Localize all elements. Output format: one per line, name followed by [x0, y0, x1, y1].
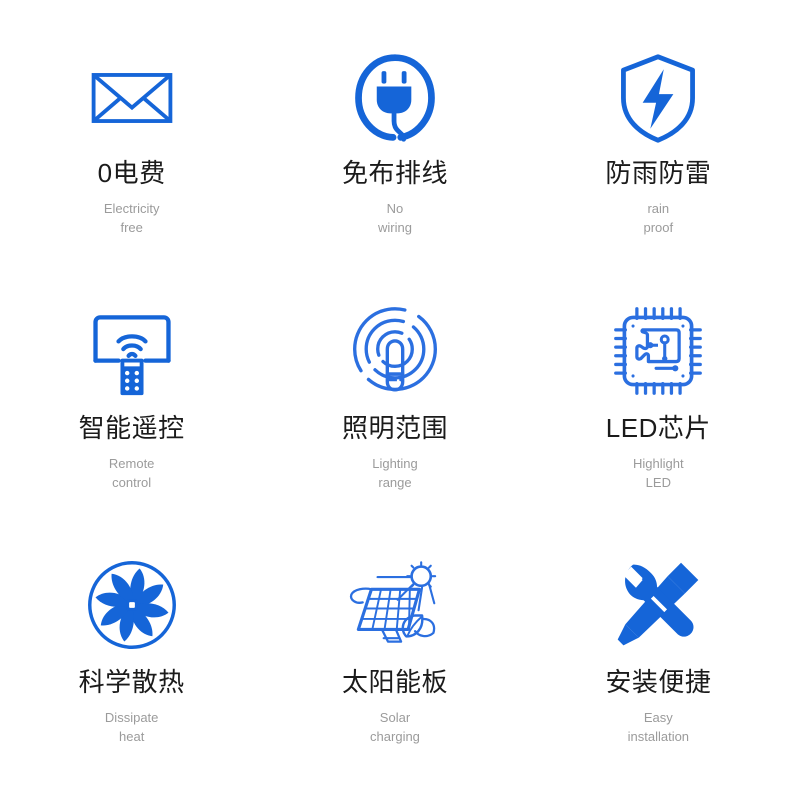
- power-plug-icon: [347, 50, 443, 146]
- feature-cell-easy-installation[interactable]: 安装便捷 Easy installation: [527, 533, 790, 786]
- feature-subtitle: Solar charging: [370, 708, 420, 746]
- feature-subtitle-line2: heat: [119, 728, 145, 744]
- feature-subtitle-line2: charging: [370, 728, 420, 744]
- feature-title: 科学散热: [78, 666, 185, 697]
- feature-cell-lighting-range[interactable]: 照明范围 Lighting range: [263, 279, 526, 532]
- remote-control-icon: [84, 303, 180, 399]
- feature-subtitle-line2: wiring: [378, 220, 412, 235]
- feature-subtitle-line1: Dissipate: [104, 709, 159, 725]
- feature-cell-dissipate-heat[interactable]: 科学散热 Dissipate heat: [0, 533, 263, 786]
- feature-grid: 0电费 Electricity free 免布排线 No wiring 防雨防雷…: [0, 0, 790, 806]
- feature-subtitle: Easy installation: [628, 708, 689, 746]
- feature-subtitle-line1: No: [386, 201, 404, 216]
- feature-title: 智能遥控: [78, 413, 185, 444]
- feature-subtitle: Dissipate heat: [105, 708, 158, 746]
- solar-panel-icon: [347, 557, 443, 653]
- feature-title: 太阳能板: [341, 666, 448, 697]
- feature-cell-rain-proof[interactable]: 防雨防雷 rain proof: [527, 26, 790, 279]
- feature-subtitle-line2: free: [120, 220, 143, 235]
- feature-subtitle: Lighting range: [372, 454, 418, 492]
- feature-cell-no-wiring[interactable]: 免布排线 No wiring: [263, 26, 526, 279]
- feature-subtitle-line2: LED: [645, 475, 671, 491]
- cooling-fan-icon: [84, 557, 180, 653]
- feature-subtitle: Remote control: [109, 454, 155, 492]
- feature-cell-solar-charging[interactable]: 太阳能板 Solar charging: [263, 533, 526, 786]
- feature-title: 免布排线: [341, 158, 448, 188]
- feature-subtitle-line1: Solar: [379, 709, 411, 725]
- feature-subtitle-line1: Remote: [108, 456, 155, 472]
- shield-lightning-icon: [610, 50, 706, 146]
- feature-subtitle-line1: rain: [647, 201, 670, 216]
- feature-subtitle-line2: proof: [643, 220, 674, 235]
- feature-cell-led-chip[interactable]: LED芯片 Highlight LED: [527, 279, 790, 532]
- feature-title: LED芯片: [605, 413, 711, 444]
- feature-subtitle-line2: control: [112, 475, 152, 491]
- feature-title: 0电费: [97, 158, 166, 188]
- feature-title: 照明范围: [341, 413, 448, 444]
- envelope-icon: [84, 50, 180, 146]
- feature-subtitle-line2: installation: [627, 728, 690, 744]
- feature-subtitle-line1: Highlight: [633, 456, 684, 472]
- wrench-screwdriver-icon: [610, 557, 706, 653]
- led-chip-icon: [610, 303, 706, 399]
- feature-subtitle: rain proof: [644, 199, 674, 237]
- feature-subtitle: No wiring: [378, 199, 412, 237]
- feature-subtitle-line1: Lighting: [372, 456, 418, 472]
- feature-cell-remote-control[interactable]: 智能遥控 Remote control: [0, 279, 263, 532]
- feature-subtitle: Electricity free: [104, 199, 160, 237]
- feature-subtitle-line1: Electricity: [103, 201, 160, 216]
- feature-subtitle-line2: range: [378, 475, 412, 491]
- feature-title: 安装便捷: [605, 666, 712, 697]
- feature-subtitle: Highlight LED: [633, 454, 684, 492]
- feature-subtitle-line1: Easy: [643, 709, 673, 725]
- feature-cell-electricity-free[interactable]: 0电费 Electricity free: [0, 26, 263, 279]
- feature-title: 防雨防雷: [605, 158, 712, 188]
- lighting-range-icon: [347, 303, 443, 399]
